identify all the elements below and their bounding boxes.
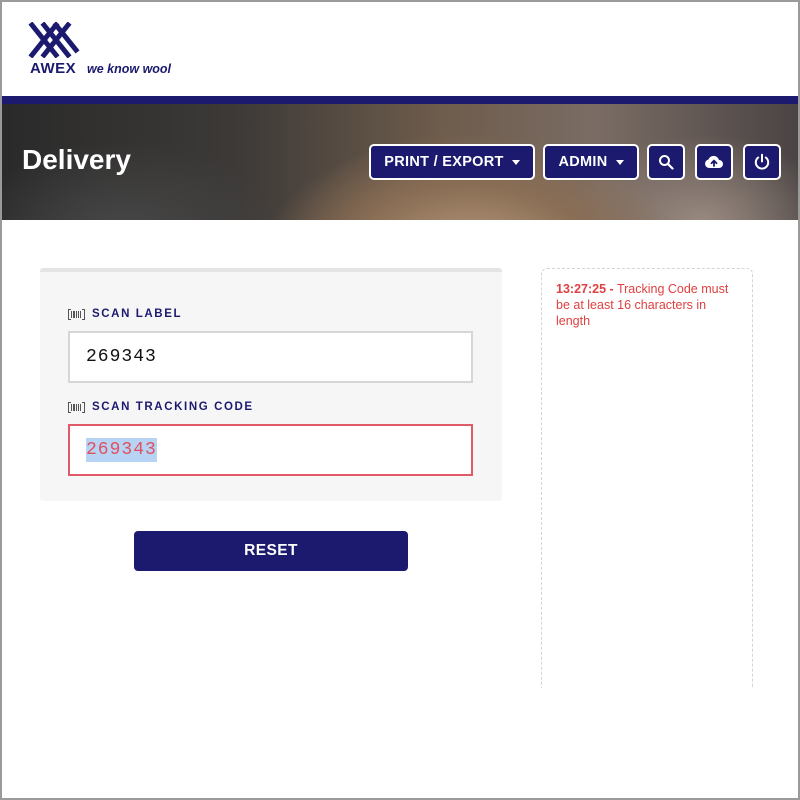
print-export-label: PRINT / EXPORT [384,154,504,170]
admin-label: ADMIN [558,154,608,170]
logout-button[interactable] [743,144,781,180]
scan-tracking-code-text: SCAN TRACKING CODE [92,401,254,413]
search-button[interactable] [647,144,685,180]
print-export-dropdown[interactable]: PRINT / EXPORT [369,144,535,180]
header-accent-bar [2,96,798,104]
chevron-down-icon [615,159,624,165]
scan-tracking-code-heading: SCAN TRACKING CODE [68,401,254,413]
barcode-icon [68,401,85,413]
brand-name: AWEX [30,60,77,77]
scan-form-card: SCAN LABEL 269343 SCAN TRACKING CODE 269… [40,268,502,501]
reset-button[interactable]: RESET [134,531,408,571]
chevron-down-icon [511,159,520,165]
scan-label-input[interactable]: 269343 [68,331,473,383]
scan-tracking-code-value: 269343 [86,438,157,462]
brand-tagline: we know wool [87,62,172,76]
log-message: 13:27:25 - Tracking Code must be at leas… [556,281,738,329]
upload-button[interactable] [695,144,733,180]
page-header: Delivery PRINT / EXPORT ADMIN [2,104,798,220]
log-message-time: 13:27:25 - [556,282,614,296]
awex-logo-mark [28,22,80,58]
scan-tracking-code-input[interactable]: 269343 [68,424,473,476]
scan-label-text: SCAN LABEL [92,308,183,320]
power-icon [754,153,770,170]
barcode-icon [68,308,85,320]
page-title: Delivery [22,144,131,175]
scan-label-heading: SCAN LABEL [68,308,182,320]
scan-label-value: 269343 [86,347,157,367]
message-log: 13:27:25 - Tracking Code must be at leas… [541,268,753,688]
admin-dropdown[interactable]: ADMIN [543,144,639,180]
awex-logo[interactable]: AWEX we know wool [28,22,188,80]
search-icon [659,155,674,170]
cloud-upload-icon [705,155,723,168]
